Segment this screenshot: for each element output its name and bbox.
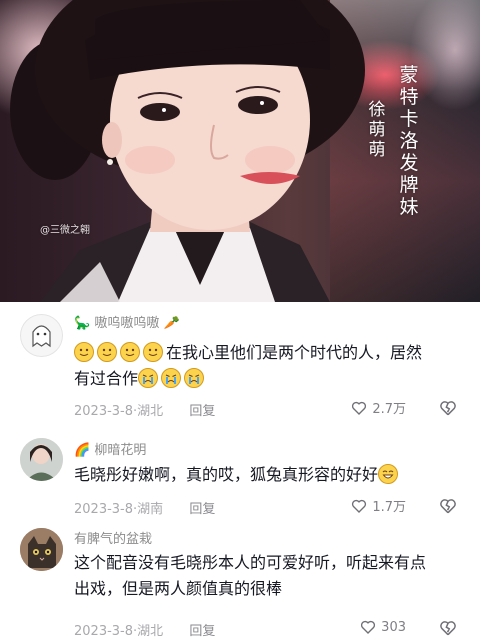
like-count: 303: [381, 619, 406, 635]
like-button[interactable]: 303: [359, 618, 406, 636]
comment-text: 在我心里他们是两个时代的人，居然 有过合作: [74, 342, 423, 388]
grin-face-icon: [378, 464, 399, 484]
like-button[interactable]: 1.7万: [350, 496, 406, 515]
smile-face-icon: [120, 342, 140, 362]
comment-meta: 2023-3-8·湖北 回复: [74, 624, 216, 639]
ghost-avatar-icon: [20, 314, 63, 357]
heart-icon: [352, 499, 367, 513]
comment-text: 毛晓彤好嫩啊，真的哎，狐兔真形容的好好: [74, 462, 454, 488]
comment-meta: 2023-3-8·湖北 回复: [74, 404, 216, 419]
smile-face-icon: [74, 342, 94, 362]
like-count: 1.7万: [372, 500, 406, 515]
user-photo-avatar: [20, 438, 63, 481]
rainbow-icon: 🌈: [74, 443, 91, 458]
comment-username[interactable]: 🦕 嗷呜嗷呜嗷 🥕: [74, 312, 180, 331]
smile-face-icon: [97, 342, 117, 362]
video-frame[interactable]: 蒙特卡洛发牌妹 徐萌萌 @三微之翱: [0, 0, 480, 302]
comment-date: 2023-3-8: [74, 502, 134, 517]
broken-heart-icon[interactable]: [438, 496, 458, 516]
watermark: @三微之翱: [40, 225, 90, 236]
crying-face-icon: [161, 368, 182, 388]
reply-button[interactable]: 回复: [189, 404, 215, 419]
comment-location: 湖北: [137, 624, 164, 639]
comment-list: 🦕 嗷呜嗷呜嗷 🥕 在我心里他们是两个时代的人，居然 有过合作 2023-3-8…: [0, 302, 480, 640]
heart-icon: [352, 401, 367, 415]
like-button[interactable]: 2.7万: [350, 398, 406, 417]
broken-heart-icon[interactable]: [438, 618, 458, 638]
dinosaur-icon: 🦕: [74, 316, 91, 331]
smile-face-icon: [143, 342, 163, 362]
comment-username[interactable]: 🌈 柳暗花明: [74, 439, 146, 458]
like-count: 2.7万: [372, 402, 406, 417]
avatar[interactable]: [20, 314, 63, 357]
role-caption: 蒙特卡洛发牌妹: [399, 64, 419, 218]
reply-button[interactable]: 回复: [189, 502, 215, 517]
comment-item: 🦕 嗷呜嗷呜嗷 🥕 在我心里他们是两个时代的人，居然 有过合作 2023-3-8…: [0, 302, 480, 422]
comment-item: 🌈 柳暗花明 毛晓彤好嫩啊，真的哎，狐兔真形容的好好 2023-3-8·湖南 回…: [0, 430, 480, 518]
actor-caption: 徐萌萌: [368, 100, 386, 160]
carrot-icon: 🥕: [163, 316, 180, 331]
avatar[interactable]: [20, 438, 63, 481]
comment-location: 湖北: [137, 404, 164, 419]
comment-location: 湖南: [137, 502, 164, 517]
comment-date: 2023-3-8: [74, 624, 134, 639]
comment-username[interactable]: 有脾气的盆栽: [74, 528, 152, 547]
broken-heart-icon[interactable]: [438, 398, 458, 418]
comment-item: 有脾气的盆栽 这个配音没有毛晓彤本人的可爱好听，听起来有点 出戏，但是两人颜值真…: [0, 522, 480, 640]
comment-meta: 2023-3-8·湖南 回复: [74, 502, 216, 517]
cat-photo-avatar: [20, 528, 63, 571]
crying-face-icon: [138, 368, 159, 388]
heart-icon: [361, 620, 376, 634]
avatar[interactable]: [20, 528, 63, 571]
comment-text: 这个配音没有毛晓彤本人的可爱好听，听起来有点 出戏，但是两人颜值真的很棒: [74, 553, 427, 598]
crying-face-icon: [184, 368, 205, 388]
comment-date: 2023-3-8: [74, 404, 134, 419]
reply-button[interactable]: 回复: [189, 624, 215, 639]
